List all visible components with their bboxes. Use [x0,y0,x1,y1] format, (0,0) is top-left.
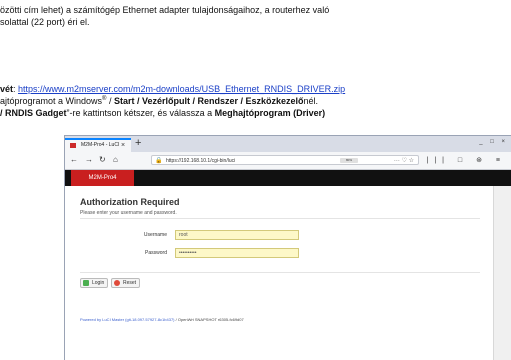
reset-icon [114,280,120,286]
doc-line-4-b: / [106,96,114,106]
password-field[interactable]: •••••••••• [175,248,299,258]
control-panel-path: Start / Vezérlőpult / Rendszer / Eszközk… [113,96,304,106]
divider [80,272,480,273]
zoom-badge[interactable]: 80% [340,158,358,163]
page-actions[interactable]: ··· ♡ ☆ [394,156,414,166]
password-label: Password [145,250,167,256]
login-panel: Authorization Required Please enter your… [65,186,493,360]
forward-icon[interactable]: → [85,155,93,164]
close-tab-icon[interactable]: × [121,140,125,151]
luci-page: M2M-Pro4 Authorization Required Please e… [65,170,511,360]
page-subtitle: Please enter your username and password. [80,210,177,216]
doc-line-4: ajtóprogramot a Windows® / Start / Vezér… [0,96,318,107]
page-title: Authorization Required [80,197,180,207]
nav-bar: ← → ↻ ⌂ 🔒 https://192.168.10.1/cgi-bin/l… [65,152,511,170]
tab-bar: M2M-Pro4 - LuCI × + _ □ × [65,136,511,152]
reload-icon[interactable]: ↻ [99,155,106,164]
home-icon[interactable]: ⌂ [113,155,118,164]
address-bar[interactable]: 🔒 https://192.168.10.1/cgi-bin/luci 80% … [151,155,419,165]
doc-line-4-a: ajtóprogramot a Windows [0,96,103,106]
doc-line-3: vét: https://www.m2mserver.com/m2m-downl… [0,84,345,95]
window-controls[interactable]: _ □ × [479,139,508,145]
doc-line-1: özötti cím lehet) a számítógép Ethernet … [0,5,330,15]
tab-title: M2M-Pro4 - LuCI [81,142,120,148]
doc-line-5: / RNDIS Gadget”-re kattintson kétszer, é… [0,108,325,119]
scrollbar[interactable] [493,186,511,360]
driver-download-link[interactable]: https://www.m2mserver.com/m2m-downloads/… [18,84,345,94]
doc-line-2: solattal (22 port) éri el. [0,17,90,27]
page-footer: Powered by LuCI Master (git-18.097.57927… [80,317,244,322]
url-text: https://192.168.10.1/cgi-bin/luci [166,158,236,164]
toolbar-icons[interactable]: ||| □ ⊛ ≡ [427,156,506,164]
driver-tab-label: Meghajtóprogram (Driver) [214,108,326,118]
reset-label: Reset [123,280,137,286]
luci-header: M2M-Pro4 [65,170,511,186]
back-icon[interactable]: ← [70,155,78,164]
divider [80,218,480,219]
username-label: Username [143,232,167,238]
favicon-icon [70,143,76,148]
lock-icon: 🔒 [155,158,163,164]
doc-line-5-b: ”-re kattintson kétszer, és válassza a [66,108,215,118]
doc-line-4-c: nél. [303,96,319,106]
luci-footer-link[interactable]: Powered by LuCI Master (git-18.097.57927… [80,317,175,322]
brand-logo[interactable]: M2M-Pro4 [71,170,134,186]
footer-version: / OpenWrt SNAPSHOT r6305-fc69d07 [174,317,244,322]
doc-line-3-label: vét [0,84,14,94]
login-label: Login [92,280,105,286]
reset-button[interactable]: Reset [111,278,141,288]
browser-tab[interactable]: M2M-Pro4 - LuCI × [65,138,131,152]
new-tab-button[interactable]: + [135,137,141,149]
browser-screenshot: M2M-Pro4 - LuCI × + _ □ × ← → ↻ ⌂ 🔒 http… [64,135,511,360]
login-icon [83,280,89,286]
username-field[interactable]: root [175,230,299,240]
login-button[interactable]: Login [80,278,109,288]
rndis-gadget-label: / RNDIS Gadget [0,108,67,118]
